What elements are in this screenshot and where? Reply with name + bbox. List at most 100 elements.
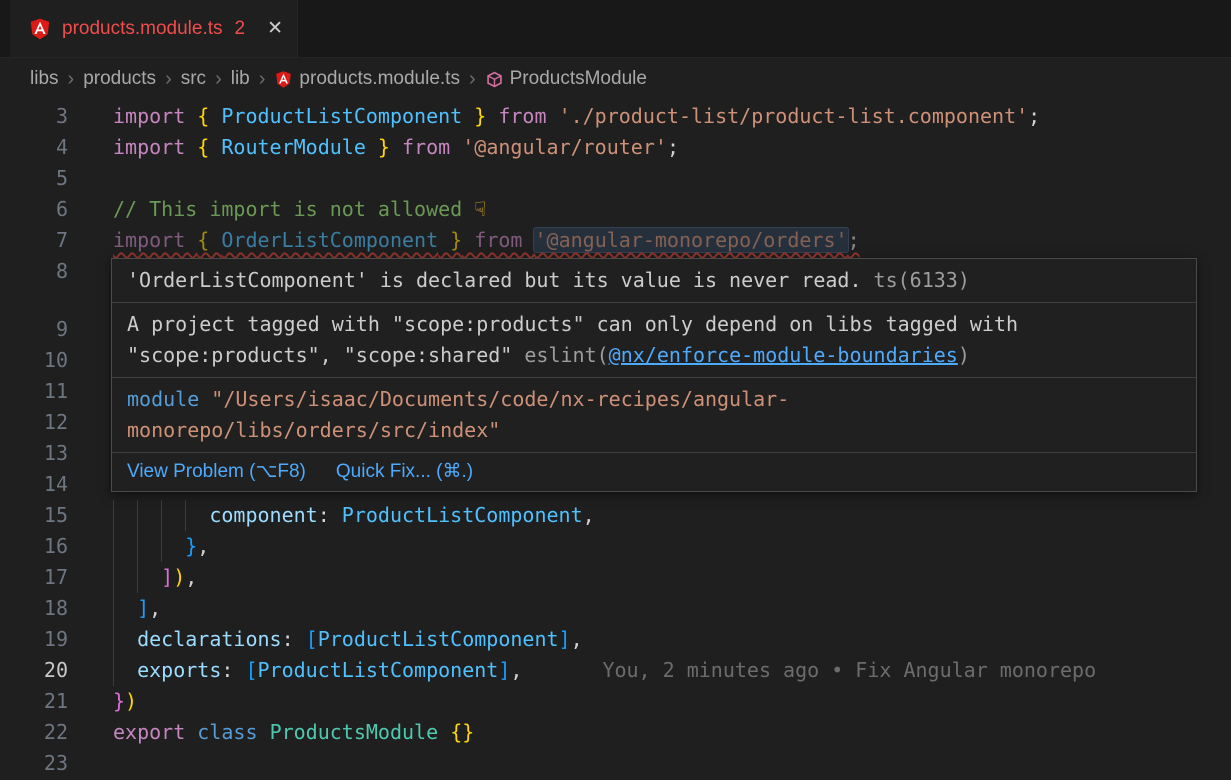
- line-number[interactable]: 22: [0, 717, 68, 748]
- code-token: [438, 720, 450, 744]
- code-token: ): [125, 689, 137, 713]
- line-number[interactable]: 13: [0, 438, 68, 469]
- hover-text: A project tagged with "scope:products" c…: [127, 312, 1018, 336]
- line-content: [68, 256, 113, 287]
- line-number[interactable]: 6: [0, 194, 68, 225]
- code-line-3[interactable]: 3import { ProductListComponent } from '.…: [0, 101, 1231, 132]
- code-line-4[interactable]: 4import { RouterModule } from '@angular/…: [0, 132, 1231, 163]
- code-token: ProductListComponent: [318, 627, 559, 651]
- code-token: ProductsModule: [270, 720, 439, 744]
- line-content: [68, 438, 113, 469]
- eslint-rule-link[interactable]: @nx/enforce-module-boundaries: [609, 343, 958, 367]
- code-line-7[interactable]: 7 import { OrderListComponent } from '@an…: [0, 225, 1231, 256]
- code-token: ProductListComponent: [342, 503, 583, 527]
- breadcrumb-label: lib: [231, 68, 250, 90]
- code-line-18[interactable]: 18],: [0, 593, 1231, 624]
- code-token: {: [197, 135, 221, 159]
- line-number[interactable]: 11: [0, 376, 68, 407]
- hover-text: monorepo/libs/orders/src/index": [127, 418, 500, 442]
- code-line-22[interactable]: 22export class ProductsModule {}: [0, 717, 1231, 748]
- line-content: [68, 748, 113, 779]
- code-line-20[interactable]: 20exports: [ProductListComponent],You, 2…: [0, 655, 1231, 686]
- code-line-6[interactable]: 6// This import is not allowed ☟: [0, 194, 1231, 225]
- line-content: declarations: [ProductListComponent],: [68, 624, 583, 655]
- breadcrumb-item-src[interactable]: src: [181, 68, 206, 90]
- module-symbol-icon: [485, 70, 504, 89]
- line-number[interactable]: 17: [0, 562, 68, 593]
- line-content: import { RouterModule } from '@angular/r…: [68, 132, 679, 163]
- line-content: export class ProductsModule {}: [68, 717, 474, 748]
- line-number[interactable]: 21: [0, 686, 68, 717]
- code-token: ]: [559, 627, 571, 651]
- breadcrumb-item-productsmodule[interactable]: ProductsModule: [485, 68, 647, 90]
- line-content: exports: [ProductListComponent],You, 2 m…: [68, 655, 1096, 686]
- code-token: ,: [185, 565, 197, 589]
- view-problem-action[interactable]: View Problem (⌥F8): [127, 458, 306, 486]
- line-number[interactable]: 8: [0, 256, 68, 287]
- quick-fix-action[interactable]: Quick Fix... (⌘.): [336, 458, 473, 486]
- code-token: '@angular/router': [462, 135, 667, 159]
- hover-section-3: module "/Users/isaac/Documents/code/nx-r…: [112, 378, 1196, 453]
- code-line-15[interactable]: 15component: ProductListComponent,: [0, 500, 1231, 531]
- code-line-23[interactable]: 23: [0, 748, 1231, 779]
- code-token: ,: [571, 627, 583, 651]
- code-token: }: [113, 689, 125, 713]
- line-content: [68, 469, 113, 500]
- code-token: import: [113, 228, 197, 252]
- indent-guides: [113, 500, 209, 531]
- tab-label: products.module.ts: [62, 18, 223, 40]
- tab-products-module-ts[interactable]: products.module.ts 2 ✕: [10, 0, 298, 57]
- code-token: from: [486, 104, 558, 128]
- code-token: from: [390, 135, 462, 159]
- code-line-21[interactable]: 21}): [0, 686, 1231, 717]
- line-number[interactable]: 7: [0, 225, 68, 256]
- line-number[interactable]: 15: [0, 500, 68, 531]
- breadcrumb-label: products.module.ts: [299, 68, 460, 90]
- code-line-17[interactable]: 17]),: [0, 562, 1231, 593]
- line-number[interactable]: 20: [0, 655, 68, 686]
- code-token: declarations: [137, 627, 282, 651]
- code-token: :: [282, 627, 306, 651]
- chevron-right-icon: ›: [165, 68, 172, 91]
- line-content: [68, 163, 113, 194]
- code-line-19[interactable]: 19declarations: [ProductListComponent],: [0, 624, 1231, 655]
- code-token: ProductListComponent: [221, 104, 462, 128]
- code-token: [185, 720, 197, 744]
- code-line-5[interactable]: 5: [0, 163, 1231, 194]
- code-token: import: [113, 104, 197, 128]
- line-number[interactable]: 12: [0, 407, 68, 438]
- code-token: OrderListComponent: [221, 228, 438, 252]
- code-line-16[interactable]: 16},: [0, 531, 1231, 562]
- line-number[interactable]: 23: [0, 748, 68, 779]
- code-token: from: [462, 228, 534, 252]
- code-token: component: [209, 503, 317, 527]
- line-number[interactable]: 4: [0, 132, 68, 163]
- code-token: [: [306, 627, 318, 651]
- chevron-right-icon: ›: [259, 68, 266, 91]
- error-squiggle-range: import { OrderListComponent } from '@ang…: [113, 228, 860, 252]
- line-number[interactable]: 5: [0, 163, 68, 194]
- breadcrumb-item-products[interactable]: products: [83, 68, 156, 90]
- breadcrumb-item-products-module-ts[interactable]: products.module.ts: [274, 68, 460, 90]
- breadcrumb-item-lib[interactable]: lib: [231, 68, 250, 90]
- line-number[interactable]: 16: [0, 531, 68, 562]
- indent-guides: [113, 531, 185, 562]
- line-number[interactable]: 10: [0, 345, 68, 376]
- code-token: ;: [667, 135, 679, 159]
- breadcrumb-label: ProductsModule: [510, 68, 647, 90]
- line-content: [68, 376, 113, 407]
- line-number[interactable]: 19: [0, 624, 68, 655]
- hover-text: ts(6133): [862, 268, 970, 292]
- line-number[interactable]: 3: [0, 101, 68, 132]
- code-token: }: [438, 228, 462, 252]
- code-token: ,: [149, 596, 161, 620]
- chevron-right-icon: ›: [469, 68, 476, 91]
- line-number[interactable]: 18: [0, 593, 68, 624]
- breadcrumb-item-libs[interactable]: libs: [30, 68, 59, 90]
- line-number[interactable]: 14: [0, 469, 68, 500]
- close-icon[interactable]: ✕: [267, 17, 283, 40]
- line-content: import { OrderListComponent } from '@ang…: [68, 225, 860, 256]
- indent-guides: [113, 655, 137, 686]
- line-number[interactable]: 9: [0, 314, 68, 345]
- code-token: ]: [137, 596, 149, 620]
